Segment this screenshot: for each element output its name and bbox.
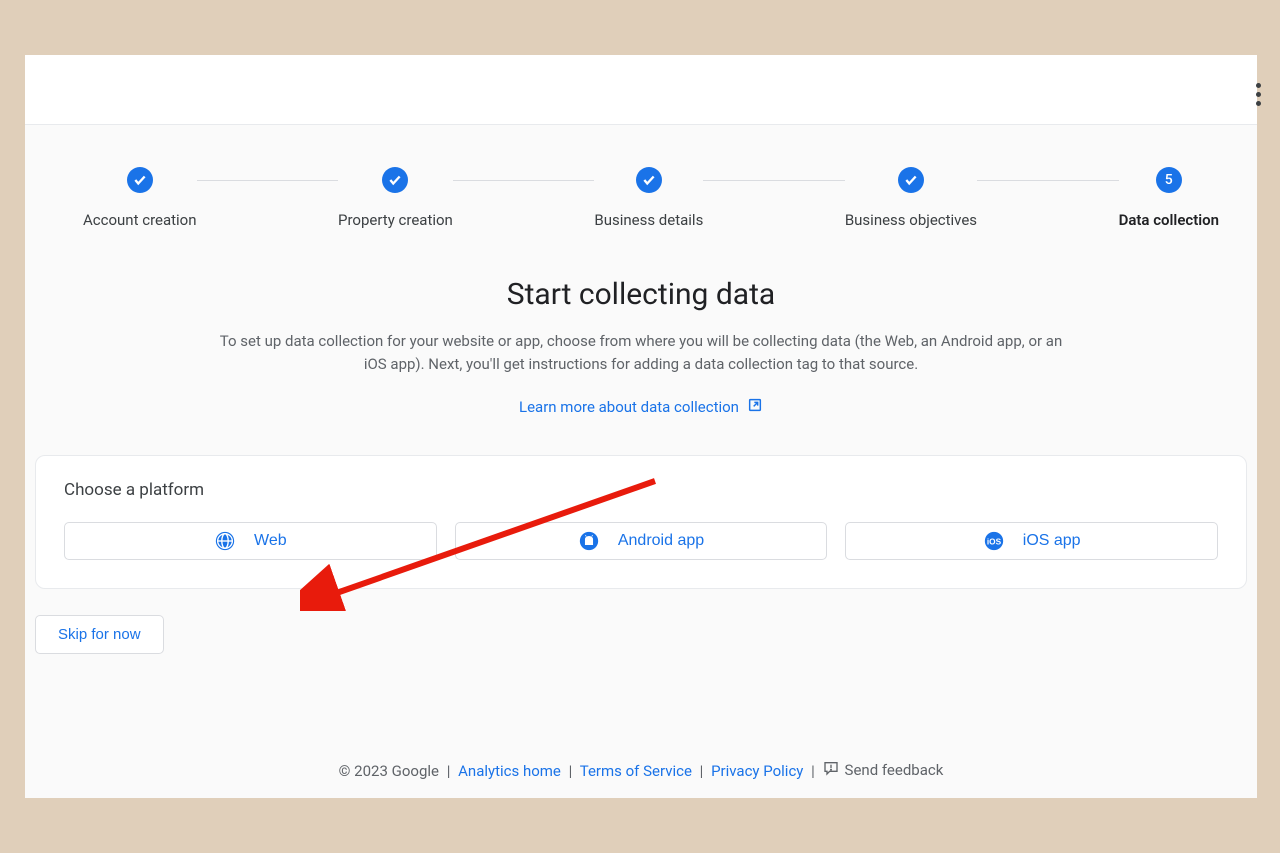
checkmark-icon	[127, 167, 153, 193]
copyright: © 2023 Google	[339, 762, 439, 780]
skip-button[interactable]: Skip for now	[35, 615, 164, 654]
android-icon	[578, 530, 600, 552]
content-area: Start collecting data To set up data col…	[25, 229, 1257, 589]
more-menu-icon[interactable]	[1256, 83, 1261, 106]
send-feedback-button[interactable]: Send feedback	[823, 760, 944, 780]
platform-android-label: Android app	[618, 532, 704, 550]
platform-card: Choose a platform Web Android app	[35, 455, 1247, 589]
step-connector	[197, 180, 339, 181]
page-heading: Start collecting data	[25, 277, 1257, 312]
step-property-creation: Property creation	[338, 167, 453, 229]
platform-ios-button[interactable]: iOS iOS app	[845, 522, 1218, 560]
ios-icon: iOS	[983, 530, 1005, 552]
stepper: Account creation Property creation Busin…	[25, 125, 1257, 229]
step-label: Data collection	[1119, 211, 1219, 229]
external-link-icon	[747, 397, 763, 417]
terms-link[interactable]: Terms of Service	[580, 762, 692, 780]
learn-more-link[interactable]: Learn more about data collection	[519, 397, 763, 417]
topbar	[25, 55, 1257, 125]
main-content: Account creation Property creation Busin…	[25, 125, 1257, 798]
step-connector	[977, 180, 1119, 181]
checkmark-icon	[898, 167, 924, 193]
svg-text:iOS: iOS	[987, 538, 1002, 547]
step-business-details: Business details	[594, 167, 703, 229]
learn-more-label: Learn more about data collection	[519, 398, 739, 416]
platform-ios-label: iOS app	[1023, 532, 1081, 550]
step-business-objectives: Business objectives	[845, 167, 977, 229]
platform-android-button[interactable]: Android app	[455, 522, 828, 560]
step-account-creation: Account creation	[83, 167, 197, 229]
feedback-icon	[823, 760, 839, 780]
step-label: Business objectives	[845, 211, 977, 229]
checkmark-icon	[382, 167, 408, 193]
platform-title: Choose a platform	[64, 480, 1218, 500]
step-number-badge: 5	[1156, 167, 1182, 193]
platform-options: Web Android app iOS iOS app	[64, 522, 1218, 560]
analytics-home-link[interactable]: Analytics home	[458, 762, 561, 780]
step-connector	[703, 180, 845, 181]
app-window: Account creation Property creation Busin…	[25, 55, 1257, 798]
step-label: Property creation	[338, 211, 453, 229]
page-description: To set up data collection for your websi…	[216, 330, 1066, 375]
step-label: Account creation	[83, 211, 197, 229]
step-connector	[453, 180, 595, 181]
platform-web-label: Web	[254, 532, 287, 550]
footer: © 2023 Google | Analytics home | Terms o…	[25, 760, 1257, 780]
checkmark-icon	[636, 167, 662, 193]
web-icon	[214, 530, 236, 552]
step-label: Business details	[594, 211, 703, 229]
feedback-label: Send feedback	[845, 761, 944, 779]
platform-web-button[interactable]: Web	[64, 522, 437, 560]
privacy-link[interactable]: Privacy Policy	[711, 762, 803, 780]
step-data-collection: 5 Data collection	[1119, 167, 1219, 229]
